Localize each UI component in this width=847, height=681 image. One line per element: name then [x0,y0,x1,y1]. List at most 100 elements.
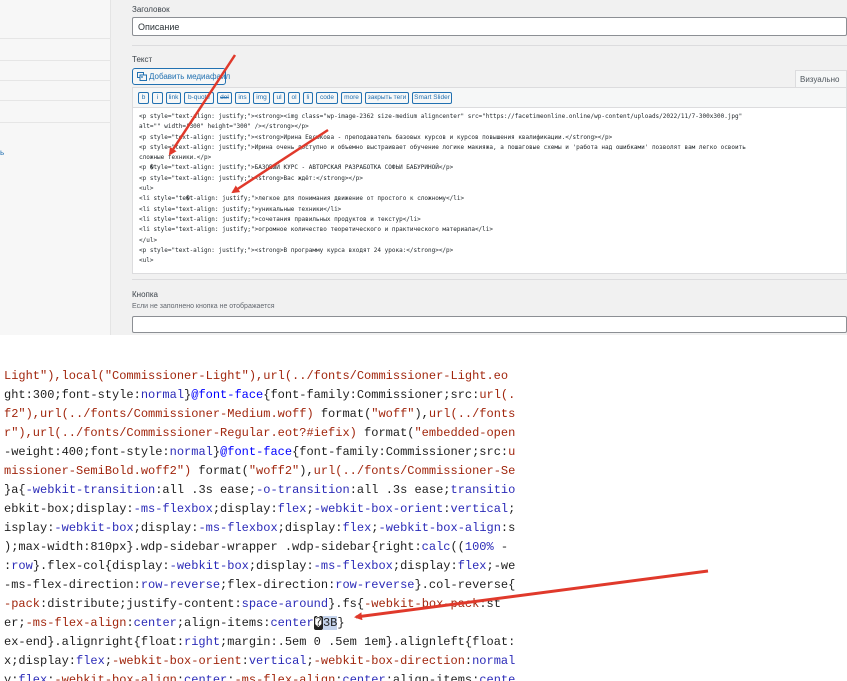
minified-css-view: Light"),local("Commissioner-Light"),url(… [0,370,515,681]
css-token: - [493,540,509,554]
quicktag-button-img[interactable]: img [253,92,270,104]
css-token: -webkit-box-orient [313,502,444,516]
css-token: ;align-items: [176,616,271,630]
css-token: Light"),local("Commissioner-Light"),url(… [4,370,509,383]
broken-character: � [313,616,323,630]
button-input[interactable] [132,316,847,333]
css-line: missioner-SemiBold.woff2") format("woff2… [4,462,515,481]
css-token: {font-family:Commissioner;src: [292,445,509,459]
css-token: -webkit-box-align [378,521,501,535]
css-token: center [184,673,228,681]
css-token: ;margin:.5em 0 .5em 1em}.alignleft{float… [220,635,515,649]
css-token: }a{ [4,483,26,497]
code-line: сложные техники.</p> [139,154,212,162]
css-token: cente [479,673,515,681]
css-token: format( [356,426,415,440]
quicktag-button-ul[interactable]: ul [273,92,285,104]
quicktag-button-ins[interactable]: ins [235,92,250,104]
css-token: "woff2" [248,464,300,478]
css-token: -webkit-box [54,521,134,535]
css-token: center [342,673,386,681]
css-token: format( [191,464,249,478]
css-token: -webkit-box-align [54,673,177,681]
css-token: flex [18,673,48,681]
css-line: f2"),url(../fonts/Commissioner-Medium.wo… [4,405,515,424]
title-input[interactable]: Описание [132,17,847,36]
css-token: y: [4,673,19,681]
css-token: flex [277,502,307,516]
css-token: -webkit-box-orient [112,654,242,668]
css-token: center [133,616,177,630]
sidebar-item-link[interactable]: ь [0,148,4,157]
code-line: <p style="text-align: justify;"><strong>… [139,113,743,120]
css-token: ; [104,654,113,668]
code-line: <ul> [139,185,154,193]
quicktag-button-li[interactable]: li [303,92,313,104]
sidebar-divider [0,38,111,39]
add-media-label: Добавить медиафайл [149,72,231,81]
css-token: ;display: [212,502,278,516]
css-token: transitio [450,483,515,497]
text-field-label: Текст [132,55,153,64]
code-line: <p �tyle="text-align: justify;">БАЗОВЫЙ … [139,164,454,172]
quicktag-button-code[interactable]: code [316,92,338,104]
quicktag-button-i[interactable]: i [152,92,163,104]
css-token: );max-width:810px}.wdp-sidebar-wrapper .… [4,540,422,554]
css-token: -ms-flexbox [133,502,213,516]
quicktag-button-b-quote[interactable]: b-quote [184,92,214,104]
css-token: :distribute;justify-content: [40,597,242,611]
css-token: -webkit-box-direction [313,654,465,668]
css-token: x;display: [4,654,77,668]
button-field-hint: Если не заполнено кнопка не отображается [132,303,275,310]
admin-sidebar: ь [0,0,111,335]
css-token: -ms-flexbox [313,559,393,573]
css-token: -weight:400;font-style: [4,445,170,459]
css-line: );max-width:810px}.wdp-sidebar-wrapper .… [4,538,508,557]
css-line: x;display:flex;-webkit-box-orient:vertic… [4,652,515,671]
css-token: : [126,616,134,630]
css-token: flex [457,559,487,573]
css-token: 100% [464,540,494,554]
css-line: r"),url(../fonts/Commissioner-Regular.eo… [4,424,515,443]
css-line: isplay:-webkit-box;display:-ms-flexbox;d… [4,519,515,538]
css-token: calc [421,540,451,554]
html-source-text[interactable]: <p style="text-align: justify;"><strong>… [139,112,844,266]
css-token: vertical [248,654,307,668]
css-token: r"),url(../fonts/Commissioner-Regular.eo… [4,426,357,440]
css-line: ebkit-box;display:-ms-flexbox;display:fl… [4,500,515,519]
quicktag-button-ol[interactable]: ol [288,92,300,104]
quicktag-button-smart-slider[interactable]: Smart Slider [412,92,452,104]
quicktag-button-link[interactable]: link [166,92,181,104]
code-line: <p style="text-align: justify;"><strong>… [139,246,454,254]
css-token: ;display: [248,559,314,573]
text-editor[interactable]: b i link b-quote del ins img ul ol li co… [132,87,847,274]
css-token: :all .3s ease; [155,483,257,497]
quicktag-button-del[interactable]: del [217,92,232,104]
sidebar-divider [0,100,111,101]
quicktag-button-close-tags[interactable]: закрыть теги [365,92,409,104]
sidebar-divider [0,60,111,61]
css-token: vertical [450,502,509,516]
css-token: -webkit-box-pack [364,597,480,611]
css-token: ;display: [133,521,199,535]
css-token: row-reverse [335,578,415,592]
css-token: } [212,445,221,459]
code-line: <p style="text-align: justify;"><strong>… [139,174,363,182]
css-line: }a{-webkit-transition:all .3s ease;-o-tr… [4,481,515,500]
quicktag-button-b[interactable]: b [138,92,149,104]
add-media-button[interactable]: Добавить медиафайл [132,68,230,85]
css-token: "woff" [371,407,415,421]
css-line: -pack:distribute;justify-content:space-a… [4,595,501,614]
css-token: ex-end}.alignright{float: [4,635,185,649]
css-token: -pack [4,597,41,611]
css-token: -ms-flexbox [198,521,278,535]
sidebar-divider [0,80,111,81]
css-token: ght:300;font-style: [4,388,141,402]
css-token: row-reverse [140,578,221,592]
css-token: -o-transition [256,483,350,497]
section-divider [132,45,847,46]
quicktag-button-more[interactable]: more [341,92,362,104]
code-line: <li style="text-align: justify;">огромно… [139,226,494,234]
tab-visual[interactable]: Визуально [795,70,847,87]
css-token: } [337,616,345,630]
